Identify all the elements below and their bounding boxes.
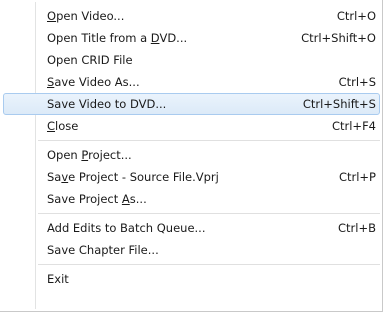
menu-items: Open Video... Ctrl+O Open Title from a D… bbox=[0, 5, 383, 290]
menu-item-label: Save Video As... bbox=[47, 75, 140, 89]
menu-item-label: Open CRID File bbox=[47, 53, 133, 67]
menu-item-open-video[interactable]: Open Video... Ctrl+O bbox=[3, 5, 380, 27]
menu-item-save-project-as[interactable]: Save Project As... bbox=[3, 188, 380, 210]
menu-item-shortcut: Ctrl+S bbox=[338, 75, 376, 89]
menu-item-label: Close bbox=[47, 119, 79, 133]
menu-item-save-video-to-dvd[interactable]: Save Video to DVD... Ctrl+Shift+S bbox=[3, 93, 380, 115]
menu-item-label: Open Video... bbox=[47, 9, 125, 23]
menu-item-save-project[interactable]: Save Project - Source File.Vprj Ctrl+P bbox=[3, 166, 380, 188]
menu-item-shortcut: Ctrl+F4 bbox=[331, 119, 376, 133]
menu-separator bbox=[38, 210, 380, 217]
menu-item-open-crid-file[interactable]: Open CRID File bbox=[3, 49, 380, 71]
file-menu: Open Video... Ctrl+O Open Title from a D… bbox=[0, 0, 383, 312]
menu-item-label: Save Project As... bbox=[47, 192, 147, 206]
menu-separator bbox=[38, 261, 380, 268]
menu-item-shortcut: Ctrl+B bbox=[338, 221, 376, 235]
menu-item-close[interactable]: Close Ctrl+F4 bbox=[3, 115, 380, 137]
menu-item-label: Open Project... bbox=[47, 148, 132, 162]
menu-item-save-chapter-file[interactable]: Save Chapter File... bbox=[3, 239, 380, 261]
menu-item-exit[interactable]: Exit bbox=[3, 268, 380, 290]
menu-item-label: Open Title from a DVD... bbox=[47, 31, 188, 45]
menu-item-add-edits-to-batch-queue[interactable]: Add Edits to Batch Queue... Ctrl+B bbox=[3, 217, 380, 239]
menu-separator bbox=[38, 137, 380, 144]
menu-item-shortcut: Ctrl+Shift+O bbox=[301, 31, 376, 45]
menu-item-open-title-from-dvd[interactable]: Open Title from a DVD... Ctrl+Shift+O bbox=[3, 27, 380, 49]
menu-item-shortcut: Ctrl+Shift+S bbox=[302, 97, 376, 111]
menu-item-label: Exit bbox=[47, 272, 69, 286]
menu-item-label: Save Video to DVD... bbox=[47, 97, 167, 111]
menu-item-open-project[interactable]: Open Project... bbox=[3, 144, 380, 166]
menu-item-label: Add Edits to Batch Queue... bbox=[47, 221, 206, 235]
menu-item-label: Save Project - Source File.Vprj bbox=[47, 170, 219, 184]
menu-item-shortcut: Ctrl+P bbox=[338, 170, 376, 184]
menu-item-label: Save Chapter File... bbox=[47, 243, 159, 257]
menu-item-shortcut: Ctrl+O bbox=[336, 9, 376, 23]
menu-item-save-video-as[interactable]: Save Video As... Ctrl+S bbox=[3, 71, 380, 93]
